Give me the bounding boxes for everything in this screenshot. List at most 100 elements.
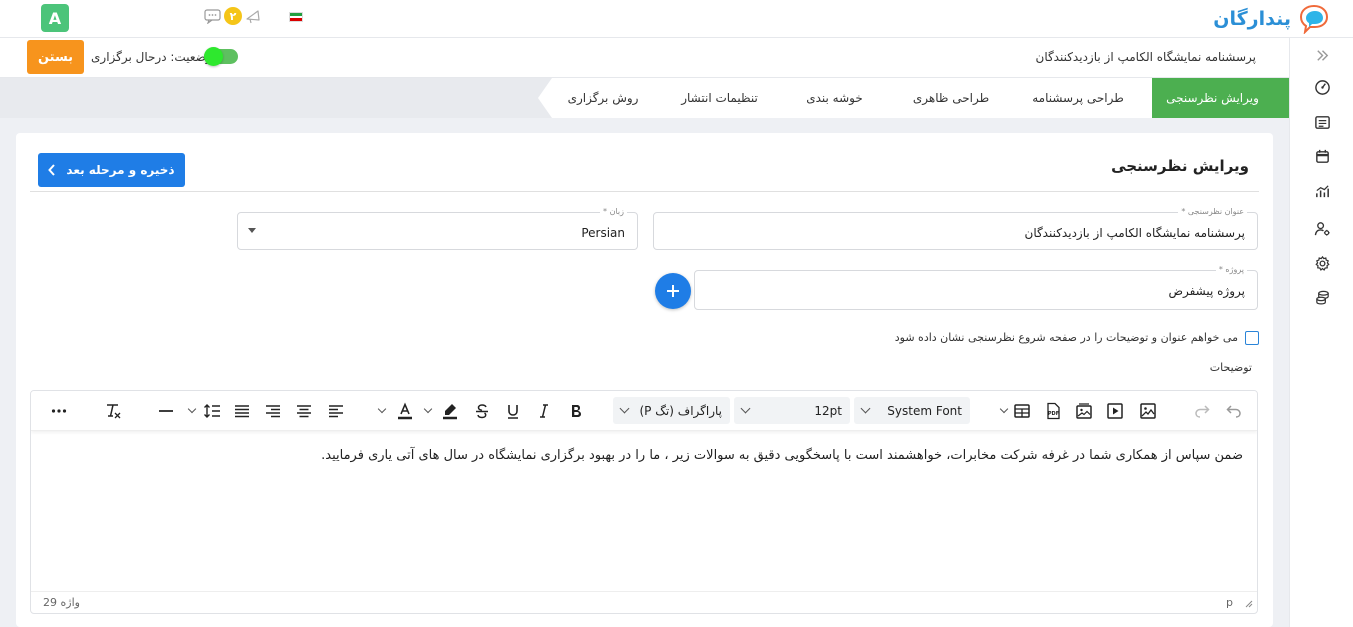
edit-survey-card: ویرایش نظرسنجی ذخیره و مرحله بعد عنوان ن… bbox=[16, 133, 1273, 627]
logo-text: پندارگان bbox=[1213, 8, 1291, 30]
editor-status-bar: 29 واژه p bbox=[31, 591, 1257, 613]
step-edit-survey[interactable]: ویرایش نظرسنجی bbox=[1136, 78, 1289, 118]
dashboard-icon[interactable] bbox=[1312, 77, 1332, 97]
font-family-value: System Font bbox=[887, 403, 962, 418]
font-size-value: 12pt bbox=[814, 403, 842, 418]
project-label: پروژه * bbox=[1215, 265, 1247, 274]
top-bar: پندارگان A ۲ bbox=[0, 0, 1353, 38]
survey-title-header: پرسشنامه نمایشگاه الکامپ از بازدیدکنندگا… bbox=[1035, 50, 1257, 64]
font-size-select[interactable]: 12pt bbox=[734, 397, 850, 424]
language-select[interactable]: زبان * Persian bbox=[237, 207, 638, 250]
database-icon[interactable] bbox=[1312, 287, 1332, 307]
step-visual-design[interactable]: طراحی ظاهری bbox=[882, 78, 1020, 118]
step-clustering[interactable]: خوشه بندی bbox=[771, 78, 898, 118]
table-dropdown-icon[interactable] bbox=[999, 404, 1009, 414]
step-label: طراحی ظاهری bbox=[912, 91, 990, 105]
status-bar: پرسشنامه نمایشگاه الکامپ از بازدیدکنندگا… bbox=[0, 38, 1289, 78]
show-title-checkbox[interactable] bbox=[1245, 331, 1259, 345]
font-family-select[interactable]: System Font bbox=[854, 397, 970, 424]
user-settings-icon[interactable] bbox=[1312, 218, 1332, 238]
step-holding-method[interactable]: روش برگزاری bbox=[538, 78, 668, 118]
step-publish-settings[interactable]: تنظیمات انتشار bbox=[652, 78, 787, 118]
chat-icon[interactable] bbox=[204, 8, 222, 24]
resize-handle-icon[interactable] bbox=[1244, 599, 1253, 608]
collapse-icon[interactable] bbox=[1312, 45, 1332, 65]
step-label: خوشه بندی bbox=[806, 91, 863, 105]
gallery-icon[interactable] bbox=[1073, 400, 1095, 422]
bold-icon[interactable] bbox=[565, 400, 587, 422]
rich-text-editor: PDF System Font 12pt پاراگراف (تگ P) ضمن… bbox=[30, 390, 1258, 614]
redo-icon[interactable] bbox=[1191, 400, 1213, 422]
undo-icon[interactable] bbox=[1223, 400, 1245, 422]
divider bbox=[30, 191, 1259, 192]
editor-content[interactable]: ضمن سپاس از همکاری شما در غرفه شرکت مخاب… bbox=[31, 432, 1257, 592]
pdf-icon[interactable]: PDF bbox=[1042, 400, 1064, 422]
align-right-icon[interactable] bbox=[262, 400, 284, 422]
element-path[interactable]: p bbox=[1226, 596, 1233, 609]
highlight-dropdown-icon[interactable] bbox=[423, 404, 433, 414]
project-value: پروژه پیشفرض bbox=[1168, 284, 1245, 298]
chevron-down-icon bbox=[619, 403, 630, 414]
clear-formatting-icon[interactable] bbox=[102, 400, 124, 422]
step-design-questionnaire[interactable]: طراحی پرسشنامه bbox=[1004, 78, 1152, 118]
step-label: تنظیمات انتشار bbox=[681, 91, 758, 105]
align-justify-icon[interactable] bbox=[231, 400, 253, 422]
svg-text:PDF: PDF bbox=[1048, 411, 1059, 417]
table-icon[interactable] bbox=[1011, 400, 1033, 422]
step-label: ویرایش نظرسنجی bbox=[1166, 91, 1259, 105]
block-format-value: پاراگراف (تگ P) bbox=[639, 403, 722, 418]
align-left-icon[interactable] bbox=[325, 400, 347, 422]
save-button-label: ذخیره و مرحله بعد bbox=[66, 163, 175, 177]
horizontal-line-icon[interactable] bbox=[155, 400, 177, 422]
chart-icon[interactable] bbox=[1312, 181, 1332, 201]
notification-badge[interactable]: ۲ bbox=[224, 7, 242, 25]
list-icon[interactable] bbox=[1312, 112, 1332, 132]
description-label: توضیحات bbox=[1209, 361, 1252, 374]
caret-down-icon bbox=[248, 228, 256, 233]
step-navigation: ویرایش نظرسنجی طراحی پرسشنامه طراحی ظاهر… bbox=[0, 78, 1289, 118]
block-format-select[interactable]: پاراگراف (تگ P) bbox=[613, 397, 730, 424]
media-icon[interactable] bbox=[1104, 400, 1126, 422]
status-toggle[interactable] bbox=[204, 47, 238, 66]
plus-icon bbox=[667, 285, 679, 297]
italic-icon[interactable] bbox=[533, 400, 555, 422]
iran-flag-icon[interactable] bbox=[289, 12, 303, 22]
word-count[interactable]: 29 واژه bbox=[43, 596, 80, 609]
language-label: زبان * bbox=[600, 207, 627, 216]
top-icons: ۲ bbox=[204, 7, 262, 25]
text-color-icon[interactable] bbox=[394, 400, 416, 422]
right-sidebar bbox=[1289, 38, 1353, 627]
underline-icon[interactable] bbox=[502, 400, 524, 422]
save-and-next-button[interactable]: ذخیره و مرحله بعد bbox=[38, 153, 185, 187]
text-color-dropdown-icon[interactable] bbox=[377, 404, 387, 414]
close-survey-button[interactable]: بستن bbox=[27, 40, 84, 74]
survey-title-field[interactable]: عنوان نظرسنجی * پرسشنامه نمایشگاه الکامپ… bbox=[653, 207, 1258, 250]
avatar[interactable]: A bbox=[41, 4, 69, 32]
calendar-icon[interactable] bbox=[1312, 146, 1332, 166]
line-height-icon[interactable] bbox=[201, 400, 223, 422]
project-field[interactable]: پروژه * پروژه پیشفرض bbox=[694, 265, 1258, 310]
show-title-checkbox-label: می خواهم عنوان و توضیحات را در صفحه شروع… bbox=[894, 331, 1238, 344]
step-label: روش برگزاری bbox=[567, 91, 639, 105]
logo-icon bbox=[1299, 4, 1329, 34]
language-value: Persian bbox=[581, 226, 625, 240]
status-text: وضعیت: درحال برگزاری bbox=[91, 50, 212, 64]
step-label: طراحی پرسشنامه bbox=[1032, 91, 1124, 105]
editor-toolbar: PDF System Font 12pt پاراگراف (تگ P) bbox=[31, 391, 1257, 431]
strikethrough-icon[interactable] bbox=[471, 400, 493, 422]
more-icon[interactable] bbox=[48, 400, 70, 422]
align-center-icon[interactable] bbox=[293, 400, 315, 422]
survey-title-value: پرسشنامه نمایشگاه الکامپ از بازدیدکنندگا… bbox=[1024, 226, 1246, 240]
logo[interactable]: پندارگان bbox=[1213, 2, 1329, 36]
add-project-button[interactable] bbox=[655, 273, 691, 309]
line-height-dropdown-icon[interactable] bbox=[187, 404, 197, 414]
highlight-icon[interactable] bbox=[439, 400, 461, 422]
chevron-down-icon bbox=[860, 403, 871, 414]
image-icon[interactable] bbox=[1137, 400, 1159, 422]
chevron-left-icon bbox=[48, 164, 56, 176]
chevron-down-icon bbox=[740, 403, 751, 414]
gear-icon[interactable] bbox=[1312, 253, 1332, 273]
bell-icon[interactable] bbox=[244, 7, 262, 25]
card-title: ویرایش نظرسنجی bbox=[1111, 157, 1249, 175]
survey-title-label: عنوان نظرسنجی * bbox=[1178, 207, 1247, 216]
